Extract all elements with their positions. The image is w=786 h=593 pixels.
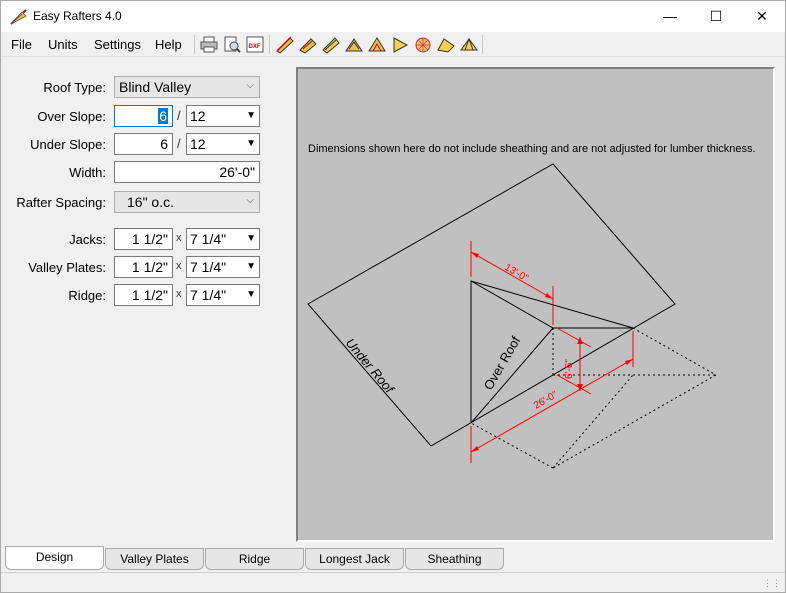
valley-plates-thickness-input[interactable]: 1 1/2" [114,256,173,278]
menu-bar: File Units Settings Help DXF [1,32,785,57]
jack-rafter-icon[interactable] [344,35,364,54]
print-icon[interactable] [199,35,219,54]
over-roof-label: Over Roof [481,333,524,392]
menu-settings[interactable]: Settings [94,37,141,52]
octagon-roof-icon[interactable] [459,35,479,54]
dimension-separator: x [176,232,182,244]
chevron-down-icon: ▼ [246,233,256,244]
chevron-down-icon: ⌵ [246,80,254,91]
under-slope-label: Under Slope: [30,137,106,152]
valley-plates-depth-select[interactable]: 7 1/4" ▼ [186,256,260,278]
roof-type-value: Blind Valley [119,79,192,95]
roof-diagram: Under Roof Over Roof 13'-0" 26'-0" 6'-6" [307,163,717,469]
jacks-depth-select[interactable]: 7 1/4" ▼ [186,228,260,250]
cone-icon[interactable] [436,35,456,54]
chevron-down-icon: ⌵ [246,195,254,206]
rafter-spacing-value: 16" o.c. [127,194,174,210]
valley-line [470,280,634,329]
roof-drawing-panel: Dimensions shown here do not include she… [296,67,775,542]
ridge-label: Ridge: [68,288,106,303]
tab-sheathing[interactable]: Sheathing [405,548,504,570]
jacks-label: Jacks: [69,232,106,247]
hip-rafter-icon[interactable] [298,35,318,54]
valley-plates-label: Valley Plates: [28,260,106,275]
dimension-separator: x [176,260,182,272]
rise-dimension-label: 6'-6" [564,359,575,379]
app-logo-icon [10,9,27,25]
roof-type-label: Roof Type: [43,80,106,95]
print-preview-icon[interactable] [222,35,242,54]
jacks-thickness-value: 1 1/2" [131,231,168,247]
toolbar-separator [269,35,270,54]
chevron-down-icon: ▼ [246,289,256,300]
jacks-depth-value: 7 1/4" [190,231,227,247]
app-window: Easy Rafters 4.0 — ☐ ✕ File Units Settin… [0,0,786,593]
under-slope-rise-input[interactable]: 6 [114,133,173,155]
over-slope-run-value: 12 [190,108,206,124]
rafter-spacing-select[interactable]: 16" o.c. ⌵ [114,191,260,213]
roof-type-select[interactable]: Blind Valley ⌵ [114,76,260,98]
over-slope-rise-value: 6 [158,108,168,124]
close-button[interactable]: ✕ [739,1,785,32]
blind-valley-icon[interactable] [390,35,410,54]
maximize-icon: ☐ [709,8,723,24]
slope-separator: / [177,136,181,151]
close-icon: ✕ [756,8,768,24]
under-slope-run-select[interactable]: 12 ▼ [186,133,260,155]
menu-file[interactable]: File [11,37,32,52]
ridge-thickness-value: 1 1/2" [131,287,168,303]
ridge-dimension-label: 13'-0" [503,262,531,284]
tab-design[interactable]: Design [5,546,104,570]
over-slope-rise-input[interactable]: 6 [114,105,173,127]
minimize-button[interactable]: — [647,1,693,32]
under-roof-label: Under Roof [343,335,398,397]
dimension-lines [470,241,634,463]
width-value: 26'-0" [219,164,255,180]
chevron-down-icon: ▼ [246,110,256,121]
toolbar-separator [482,35,483,54]
menu-units[interactable]: Units [48,37,78,52]
width-label: Width: [69,165,106,180]
rafter-spacing-label: Rafter Spacing: [16,195,106,210]
minimize-icon: — [663,8,677,24]
dimension-arrowheads [471,252,633,452]
status-bar: ⋮⋮ [1,572,785,592]
over-slope-label: Over Slope: [37,109,106,124]
ridge-thickness-input[interactable]: 1 1/2" [114,284,173,306]
over-slope-run-select[interactable]: 12 ▼ [186,105,260,127]
window-title: Easy Rafters 4.0 [33,9,122,23]
dimension-separator: x [176,288,182,300]
tab-ridge[interactable]: Ridge [205,548,304,570]
slope-separator: / [177,108,181,123]
common-rafter-icon[interactable] [275,35,295,54]
width-dimension-label: 26'-0" [532,389,560,411]
tab-longest-jack[interactable]: Longest Jack [305,548,404,570]
ridge-depth-value: 7 1/4" [190,287,227,303]
valley-plates-depth-value: 7 1/4" [190,259,227,275]
chevron-down-icon: ▼ [246,261,256,272]
jacks-thickness-input[interactable]: 1 1/2" [114,228,173,250]
tab-valley-plates[interactable]: Valley Plates [105,548,204,570]
width-input[interactable]: 26'-0" [114,161,260,183]
dxf-export-icon[interactable]: DXF [245,35,265,54]
under-slope-run-value: 12 [190,136,206,152]
menu-help[interactable]: Help [155,37,182,52]
valley-plates-thickness-value: 1 1/2" [131,259,168,275]
valley-rafter-icon[interactable] [321,35,341,54]
ridge-depth-select[interactable]: 7 1/4" ▼ [186,284,260,306]
under-roof-outline [307,163,676,447]
toolbar-separator [194,35,195,54]
polygon-icon[interactable] [413,35,433,54]
maximize-button[interactable]: ☐ [693,1,739,32]
under-slope-rise-value: 6 [160,136,168,152]
title-bar: Easy Rafters 4.0 — ☐ ✕ [1,1,785,32]
resize-grip-icon[interactable]: ⋮⋮ [763,578,781,589]
svg-text:DXF: DXF [249,44,261,50]
chevron-down-icon: ▼ [246,138,256,149]
bottom-tabs: Design Valley Plates Ridge Longest Jack … [1,546,785,570]
gable-rafter-icon[interactable] [367,35,387,54]
